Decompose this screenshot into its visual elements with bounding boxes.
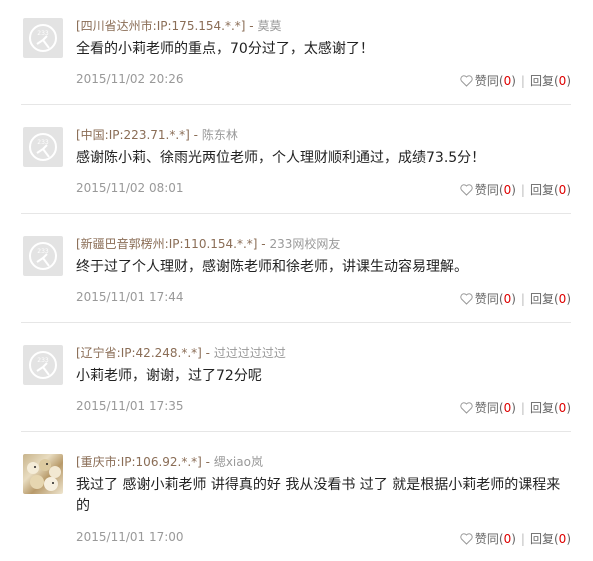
heart-outline-icon [460,533,473,545]
comment-list: 233 [四川省达州市:IP:175.154.*.*] - 莫莫 全看的小莉老师… [0,0,593,561]
like-count: 0 [503,532,512,546]
like-label: 赞同 [474,74,499,88]
action-divider: | [520,292,525,306]
reply-label: 回复 [529,401,554,415]
comment-location: [新疆巴音郭楞州:IP:110.154.*.*] [76,237,258,251]
comment-actions: 赞同(0) | 回复(0) [460,290,571,307]
comment-meta: [四川省达州市:IP:175.154.*.*] - 莫莫 [76,17,281,34]
comment-meta: [辽宁省:IP:42.248.*.*] - 过过过过过过 [76,344,286,361]
comment-content: 终于过了个人理财，感谢陈老师和徐老师，讲课生动容易理解。 [76,259,468,275]
comment-time: 2015/11/01 17:00 [76,530,184,544]
reply-count: 0 [558,532,567,546]
comment-location: [辽宁省:IP:42.248.*.*] [76,346,202,360]
comment-username: 233网校网友 [269,237,341,251]
like-count: 0 [503,74,512,88]
reply-button[interactable]: 回复(0) [530,401,571,415]
comment-actions: 赞同(0) | 回复(0) [460,181,571,198]
comment-content: 感谢陈小莉、徐雨光两位老师，个人理财顺利通过，成绩73.5分！ [76,150,486,166]
like-label: 赞同 [474,401,499,415]
like-button[interactable]: 赞同(0) [460,183,516,197]
comment-username: 过过过过过过 [213,346,286,360]
action-divider: | [520,532,525,546]
like-button[interactable]: 赞同(0) [460,532,516,546]
comment-username: 陈东林 [201,128,238,142]
default-avatar-icon: 233 [29,133,57,161]
comment-time: 2015/11/01 17:35 [76,399,184,413]
reply-button[interactable]: 回复(0) [530,183,571,197]
default-avatar-icon: 233 [29,242,57,270]
meta-separator: - [257,237,270,251]
avatar[interactable]: 233 [23,236,63,276]
reply-button[interactable]: 回复(0) [530,532,571,546]
comment-location: [重庆市:IP:106.92.*.*] [76,455,202,469]
heart-outline-icon [460,293,473,305]
comment-meta: [重庆市:IP:106.92.*.*] - 缌xiao岚 [76,453,263,470]
like-button[interactable]: 赞同(0) [460,74,516,88]
comment-actions: 赞同(0) | 回复(0) [460,72,571,89]
like-count: 0 [503,401,512,415]
svg-text:233: 233 [37,248,49,255]
comment-location: [中国:IP:223.71.*.*] [76,128,190,142]
reply-label: 回复 [529,183,554,197]
like-label: 赞同 [474,292,499,306]
like-button[interactable]: 赞同(0) [460,401,516,415]
meta-separator: - [189,128,202,142]
heart-outline-icon [460,75,473,87]
like-label: 赞同 [474,183,499,197]
like-label: 赞同 [474,532,499,546]
reply-label: 回复 [529,292,554,306]
meta-separator: - [245,19,258,33]
action-divider: | [520,74,525,88]
comment-divider [21,431,571,432]
meta-separator: - [201,346,214,360]
comment-content: 小莉老师，谢谢，过了72分呢 [76,368,262,384]
svg-text:233: 233 [37,30,49,37]
comment-divider [21,213,571,214]
like-button[interactable]: 赞同(0) [460,292,516,306]
comment-content: 我过了 感谢小莉老师 讲得真的好 我从没看书 过了 就是根据小莉老师的课程来的 [76,477,561,514]
avatar[interactable]: 233 [23,127,63,167]
reply-button[interactable]: 回复(0) [530,74,571,88]
comment-content: 全看的小莉老师的重点，70分过了，太感谢了！ [76,41,374,57]
comment-time: 2015/11/02 20:26 [76,72,184,86]
comment-username: 缌xiao岚 [213,455,263,469]
meta-separator: - [201,455,214,469]
avatar[interactable]: 233 [23,345,63,385]
reply-button[interactable]: 回复(0) [530,292,571,306]
like-count: 0 [503,292,512,306]
default-avatar-icon: 233 [29,24,57,52]
comment-actions: 赞同(0) | 回复(0) [460,399,571,416]
svg-text:233: 233 [37,357,49,364]
comment-time: 2015/11/02 08:01 [76,181,184,195]
action-divider: | [520,183,525,197]
like-count: 0 [503,183,512,197]
reply-count: 0 [558,292,567,306]
heart-outline-icon [460,184,473,196]
comment-time: 2015/11/01 17:44 [76,290,184,304]
svg-text:233: 233 [37,139,49,146]
reply-count: 0 [558,183,567,197]
reply-label: 回复 [529,532,554,546]
comment-actions: 赞同(0) | 回复(0) [460,530,571,547]
photo-avatar-icon [27,459,61,491]
comment-username: 莫莫 [257,19,282,33]
action-divider: | [520,401,525,415]
reply-count: 0 [558,74,567,88]
default-avatar-icon: 233 [29,351,57,379]
comment-divider [21,104,571,105]
comment-location: [四川省达州市:IP:175.154.*.*] [76,19,246,33]
avatar[interactable]: 233 [23,18,63,58]
reply-label: 回复 [529,74,554,88]
avatar[interactable] [23,454,63,494]
comment-meta: [新疆巴音郭楞州:IP:110.154.*.*] - 233网校网友 [76,235,340,252]
comment-divider [21,322,571,323]
reply-count: 0 [558,401,567,415]
comment-meta: [中国:IP:223.71.*.*] - 陈东林 [76,126,238,143]
heart-outline-icon [460,402,473,414]
